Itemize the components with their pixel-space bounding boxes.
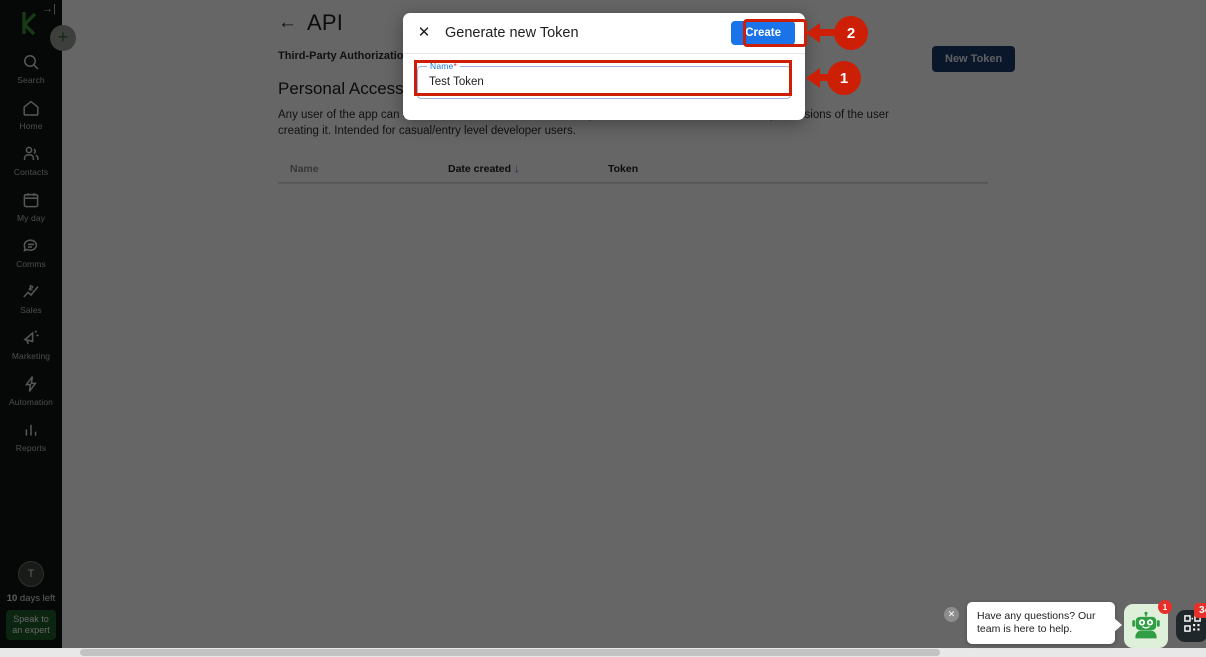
name-input[interactable]: Test Token <box>429 76 484 88</box>
dialog-header: ✕ Generate new Token Create <box>403 13 805 54</box>
horizontal-scrollbar-thumb[interactable] <box>80 649 940 656</box>
horizontal-scrollbar[interactable] <box>0 648 1206 657</box>
close-icon[interactable]: ✕ <box>944 607 959 622</box>
annotation-badge-1: 1 <box>827 61 861 95</box>
required-mark: * <box>453 61 457 71</box>
screen-root: →| Search <box>0 0 1206 657</box>
chat-message: Have any questions? Our team is here to … <box>967 602 1122 644</box>
chat-bot-button[interactable]: 1 <box>1124 600 1172 648</box>
name-field-label: Name* <box>427 61 460 71</box>
annotation-arrow-1-head <box>806 68 820 88</box>
name-field[interactable]: Name* Test Token <box>417 61 791 99</box>
close-icon[interactable]: ✕ <box>415 24 433 42</box>
robot-icon <box>1131 611 1161 641</box>
name-field-label-text: Name <box>430 61 454 71</box>
annotation-badge-2: 2 <box>834 16 868 50</box>
chat-bot-unread-badge: 1 <box>1158 600 1172 614</box>
dialog-title: Generate new Token <box>445 25 579 41</box>
create-button[interactable]: Create <box>731 21 795 45</box>
annotation-arrow-2-head <box>806 23 820 43</box>
generate-new-token-dialog: ✕ Generate new Token Create Name* Test T… <box>403 13 805 120</box>
dialog-body: Name* Test Token <box>403 54 805 99</box>
qr-code-button[interactable]: 34 <box>1176 603 1206 642</box>
qr-unread-badge: 34 <box>1194 603 1206 618</box>
